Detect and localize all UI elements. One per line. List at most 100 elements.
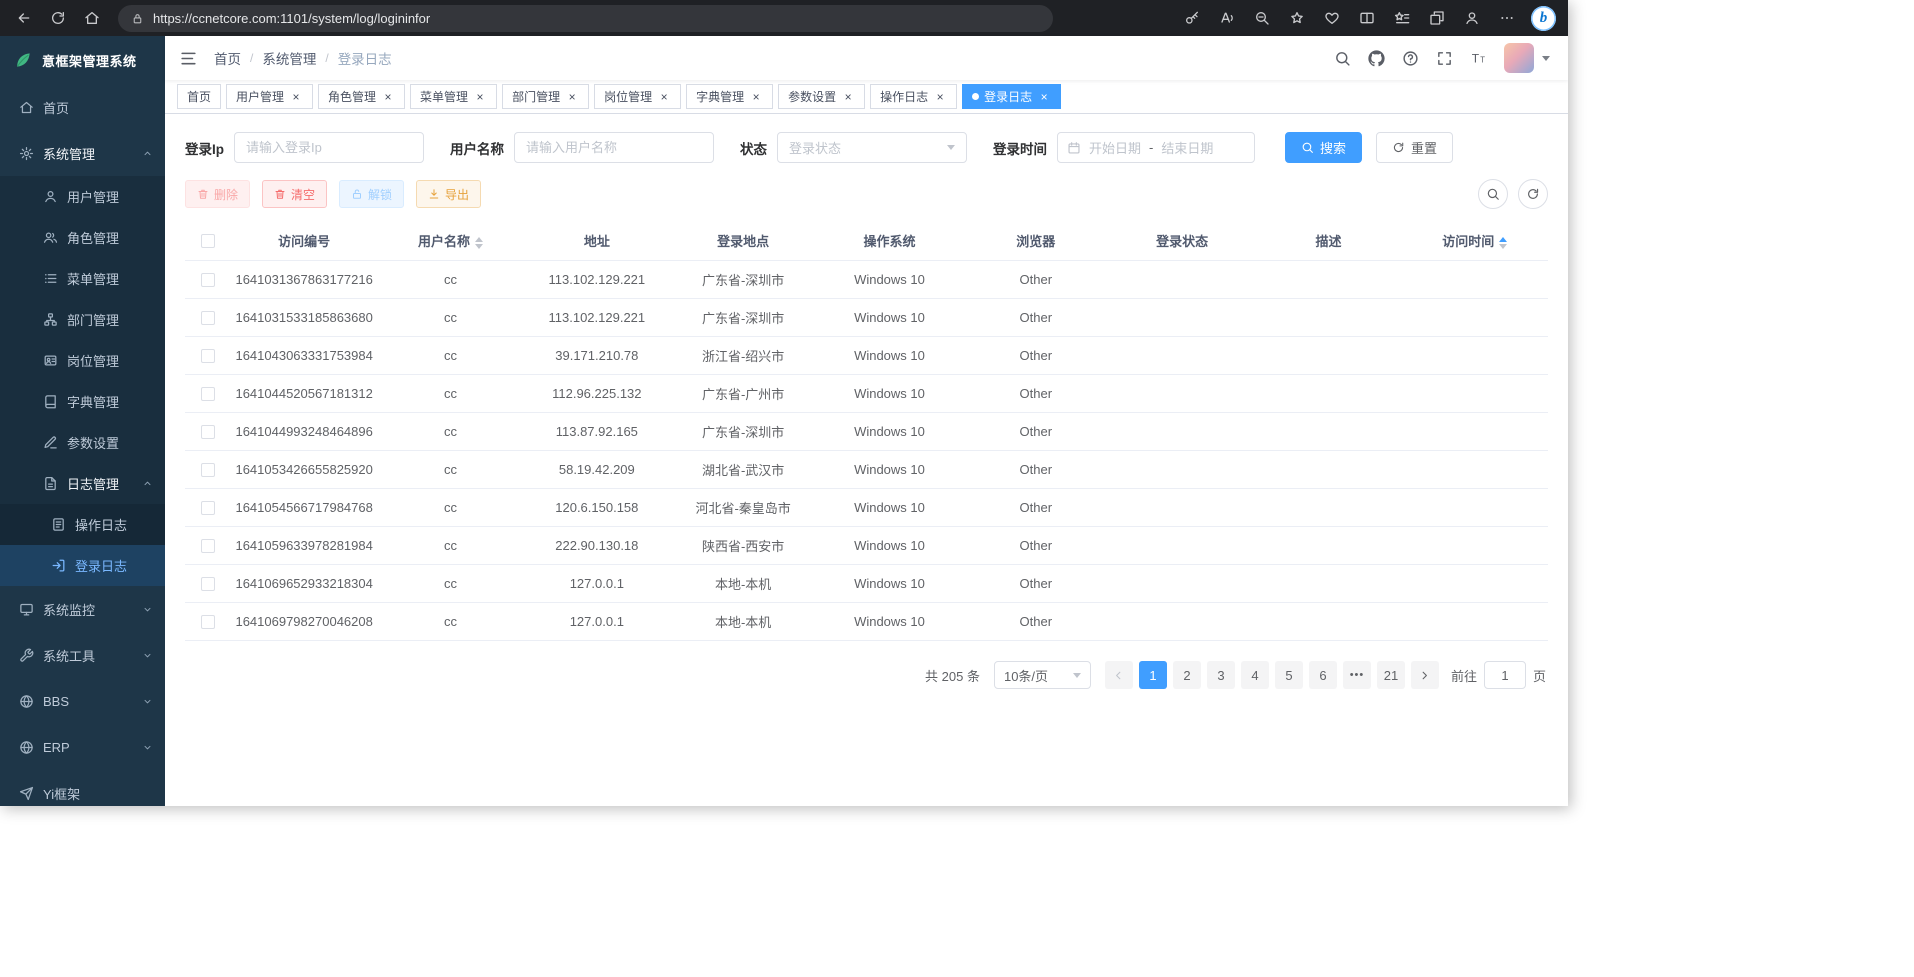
sidebar-item-user[interactable]: 用户管理 bbox=[0, 176, 165, 217]
close-tab-icon[interactable]: × bbox=[473, 90, 487, 104]
profile-button[interactable] bbox=[1456, 4, 1488, 33]
tab-operlog[interactable]: 操作日志× bbox=[870, 84, 957, 109]
reset-button[interactable]: 重置 bbox=[1376, 132, 1453, 163]
column-header-user-name[interactable]: 用户名称 bbox=[377, 221, 523, 261]
github-icon[interactable] bbox=[1368, 50, 1385, 67]
prev-page-button[interactable] bbox=[1105, 661, 1133, 689]
sidebar-item-logininfor[interactable]: 登录日志 bbox=[0, 545, 165, 586]
sidebar-item-system[interactable]: 系统管理 bbox=[0, 130, 165, 176]
row-checkbox[interactable] bbox=[201, 501, 215, 515]
home-button[interactable] bbox=[76, 4, 108, 33]
more-button[interactable] bbox=[1491, 4, 1523, 33]
sort-icon[interactable] bbox=[475, 237, 483, 249]
close-tab-icon[interactable]: × bbox=[381, 90, 395, 104]
close-tab-icon[interactable]: × bbox=[841, 90, 855, 104]
essentials-button[interactable] bbox=[1316, 4, 1348, 33]
close-tab-icon[interactable]: × bbox=[749, 90, 763, 104]
close-tab-icon[interactable]: × bbox=[565, 90, 579, 104]
date-range-picker[interactable]: 开始日期 - 结束日期 bbox=[1057, 132, 1255, 163]
collections-button[interactable] bbox=[1421, 4, 1453, 33]
search-button[interactable]: 搜索 bbox=[1285, 132, 1362, 163]
sidebar-item-config[interactable]: 参数设置 bbox=[0, 422, 165, 463]
sidebar-item-log[interactable]: 日志管理 bbox=[0, 463, 165, 504]
sidebar-item-bbs[interactable]: BBS bbox=[0, 678, 165, 724]
row-checkbox[interactable] bbox=[201, 273, 215, 287]
row-checkbox[interactable] bbox=[201, 539, 215, 553]
tab-config[interactable]: 参数设置× bbox=[778, 84, 865, 109]
row-checkbox[interactable] bbox=[201, 577, 215, 591]
toggle-search-button[interactable] bbox=[1478, 179, 1508, 209]
tab-logininfor[interactable]: 登录日志× bbox=[962, 84, 1061, 109]
page-button-6[interactable]: 6 bbox=[1309, 661, 1337, 689]
page-button-5[interactable]: 5 bbox=[1275, 661, 1303, 689]
login-ip-input[interactable] bbox=[234, 132, 424, 163]
user-avatar[interactable] bbox=[1504, 43, 1534, 73]
refresh-table-button[interactable] bbox=[1518, 179, 1548, 209]
more-pages-button[interactable]: ••• bbox=[1343, 661, 1371, 689]
sort-icon[interactable] bbox=[1499, 237, 1507, 249]
split-screen-button[interactable] bbox=[1351, 4, 1383, 33]
breadcrumb-item[interactable]: 系统管理 bbox=[262, 48, 316, 68]
row-checkbox[interactable] bbox=[201, 349, 215, 363]
sidebar-item-dict[interactable]: 字典管理 bbox=[0, 381, 165, 422]
sidebar-item-monitor[interactable]: 系统监控 bbox=[0, 586, 165, 632]
row-checkbox[interactable] bbox=[201, 463, 215, 477]
page-button-2[interactable]: 2 bbox=[1173, 661, 1201, 689]
sidebar-item-tool[interactable]: 系统工具 bbox=[0, 632, 165, 678]
app-logo[interactable]: 意框架管理系统 bbox=[0, 36, 165, 84]
favorites-button[interactable] bbox=[1386, 4, 1418, 33]
read-aloud-button[interactable] bbox=[1211, 4, 1243, 33]
sidebar-item-operlog[interactable]: 操作日志 bbox=[0, 504, 165, 545]
add-favorite-button[interactable] bbox=[1281, 4, 1313, 33]
column-header-visit-time[interactable]: 访问时间 bbox=[1402, 221, 1548, 261]
row-checkbox[interactable] bbox=[201, 615, 215, 629]
tab-menu[interactable]: 菜单管理× bbox=[410, 84, 497, 109]
tab-dept[interactable]: 部门管理× bbox=[502, 84, 589, 109]
close-tab-icon[interactable]: × bbox=[933, 90, 947, 104]
sidebar-toggle-button[interactable] bbox=[179, 49, 198, 68]
sidebar-item-menu[interactable]: 菜单管理 bbox=[0, 258, 165, 299]
sidebar-item-erp[interactable]: ERP bbox=[0, 724, 165, 770]
key-button[interactable] bbox=[1176, 4, 1208, 33]
sidebar-item-home[interactable]: 首页 bbox=[0, 84, 165, 130]
sidebar-item-dept[interactable]: 部门管理 bbox=[0, 299, 165, 340]
chevron-down-icon[interactable] bbox=[1542, 56, 1550, 61]
row-checkbox[interactable] bbox=[201, 387, 215, 401]
zoom-out-button[interactable] bbox=[1246, 4, 1278, 33]
sidebar-item-post[interactable]: 岗位管理 bbox=[0, 340, 165, 381]
tab-user[interactable]: 用户管理× bbox=[226, 84, 313, 109]
breadcrumb-item[interactable]: 首页 bbox=[214, 48, 241, 68]
page-button-4[interactable]: 4 bbox=[1241, 661, 1269, 689]
tab-dict[interactable]: 字典管理× bbox=[686, 84, 773, 109]
export-button[interactable]: 导出 bbox=[416, 180, 481, 208]
select-all-checkbox[interactable] bbox=[201, 234, 215, 248]
copilot-icon[interactable]: b bbox=[1531, 6, 1556, 31]
font-size-icon[interactable]: TT bbox=[1470, 50, 1487, 67]
sidebar-item-yiframe[interactable]: Yi框架 bbox=[0, 770, 165, 806]
page-size-select[interactable]: 10条/页 bbox=[994, 661, 1091, 689]
refresh-button[interactable] bbox=[42, 4, 74, 33]
address-bar[interactable]: https://ccnetcore.com:1101/system/log/lo… bbox=[118, 5, 1053, 32]
close-tab-icon[interactable]: × bbox=[289, 90, 303, 104]
username-input[interactable] bbox=[514, 132, 714, 163]
fullscreen-icon[interactable] bbox=[1436, 50, 1453, 67]
page-jump-input[interactable] bbox=[1484, 661, 1526, 689]
cell-login-status bbox=[1109, 527, 1255, 565]
page-button-1[interactable]: 1 bbox=[1139, 661, 1167, 689]
question-icon[interactable] bbox=[1402, 50, 1419, 67]
tab-home[interactable]: 首页 bbox=[177, 84, 221, 109]
row-checkbox[interactable] bbox=[201, 311, 215, 325]
status-select[interactable]: 登录状态 bbox=[777, 132, 967, 163]
close-tab-icon[interactable]: × bbox=[657, 90, 671, 104]
back-button[interactable] bbox=[8, 4, 40, 33]
search-icon[interactable] bbox=[1334, 50, 1351, 67]
tab-role[interactable]: 角色管理× bbox=[318, 84, 405, 109]
next-page-button[interactable] bbox=[1411, 661, 1439, 689]
close-tab-icon[interactable]: × bbox=[1037, 90, 1051, 104]
row-checkbox[interactable] bbox=[201, 425, 215, 439]
clear-button[interactable]: 清空 bbox=[262, 180, 327, 208]
sidebar-item-role[interactable]: 角色管理 bbox=[0, 217, 165, 258]
page-button-21[interactable]: 21 bbox=[1377, 661, 1405, 689]
page-button-3[interactable]: 3 bbox=[1207, 661, 1235, 689]
tab-post[interactable]: 岗位管理× bbox=[594, 84, 681, 109]
